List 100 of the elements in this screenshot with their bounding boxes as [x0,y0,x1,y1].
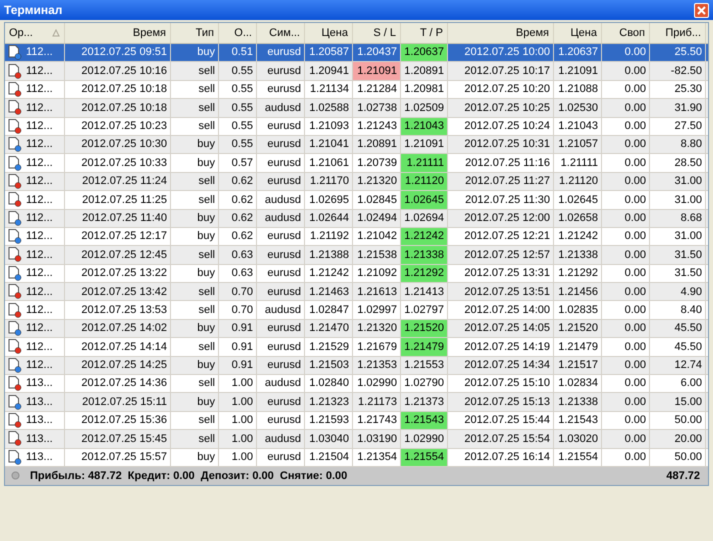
table-row[interactable]: 112... 2012.07.25 10:18 sell 0.55 audusd 1.02588 1.02738 1.02509 2012.07.25 10:25 1.02530 0.00 31.90 [5,99,708,118]
close-button[interactable] [694,2,709,18]
table-cell: 0.00 [602,44,650,62]
table-cell: 1.21120 [401,172,448,190]
table-cell: audusd [257,191,305,209]
order-icon [8,339,22,354]
table-cell: 0.00 [602,118,650,135]
total-profit: 487.72 [666,468,700,484]
table-row[interactable]: 112... 2012.07.25 10:30 buy 0.55 eurusd 1.21041 1.20891 1.21091 2012.07.25 10:31 1.21057 0.00 8.80 [5,136,708,154]
table-row[interactable]: 112... 2012.07.25 10:16 sell 0.55 eurusd 1.20941 1.21091 1.20891 2012.07.25 10:17 1.21091 0.00 -82.50 [5,62,708,81]
table-cell: 2012.07.25 10:16 [65,62,171,80]
table-cell: 1.02509 [401,99,448,117]
table-row[interactable]: 112... 2012.07.25 13:42 sell 0.70 eurusd 1.21463 1.21613 1.21413 2012.07.25 13:51 1.21456 0.00 4.90 [5,283,708,302]
table-cell: 0.00 [602,154,650,172]
table-cell: 1.21613 [353,283,401,300]
table-cell: 0.00 [602,375,650,392]
window-title: Терминал [4,2,62,19]
table-cell: 1.21553 [401,356,448,374]
table-cell: 2012.07.25 09:51 [65,44,171,62]
table-cell: 112... [5,320,65,338]
table-cell: 1.21292 [554,264,602,282]
table-cell: 2012.07.25 15:36 [65,412,171,430]
table-cell: 1.20637 [401,44,448,62]
table-cell: 31.50 [650,246,706,264]
table-cell: 0.00 [602,210,650,227]
table-cell: 31.00 [650,228,706,246]
table-cell: 1.21043 [554,118,602,135]
table-cell: 0.51 [219,44,257,62]
table-row[interactable]: 112... 2012.07.25 12:45 sell 0.63 eurusd 1.21388 1.21538 1.21338 2012.07.25 12:57 1.21338 0.00 31.50 [5,246,708,265]
table-cell: 1.00 [219,448,257,466]
table-cell: sell [171,375,219,392]
table-row[interactable]: 112... 2012.07.25 14:25 buy 0.91 eurusd 1.21503 1.21353 1.21553 2012.07.25 14:34 1.21517 0.00 12.74 [5,356,708,376]
table-cell: 112... [5,246,65,264]
table-cell: eurusd [257,118,305,135]
column-header[interactable]: Время [448,23,554,43]
table-row[interactable]: 112... 2012.07.25 11:40 buy 0.62 audusd 1.02644 1.02494 1.02694 2012.07.25 12:00 1.02658 0.00 8.68 [5,210,708,228]
table-cell: 2012.07.25 10:33 [65,154,171,172]
table-cell: 0.70 [219,283,257,300]
table-cell: 1.02840 [305,375,353,392]
table-cell: 1.21353 [353,356,401,374]
table-cell: 0.00 [602,448,650,466]
table-cell: 112... [5,283,65,300]
table-cell: 112... [5,80,65,98]
table-cell: sell [171,338,219,356]
table-row[interactable]: 113... 2012.07.25 15:11 buy 1.00 eurusd 1.21323 1.21173 1.21373 2012.07.25 15:13 1.21338 0.00 15.00 [5,393,708,412]
table-cell: buy [171,264,219,282]
table-cell: buy [171,320,219,338]
table-cell: 0.00 [602,283,650,300]
table-cell: 1.20637 [554,44,602,62]
order-icon [8,210,22,226]
table-cell: 2012.07.25 11:27 [448,172,554,190]
table-cell: 0.63 [219,246,257,264]
column-header[interactable]: Время [65,23,171,43]
table-cell: 0.62 [219,191,257,209]
table-cell: 1.21041 [305,136,353,154]
close-icon [697,6,706,14]
table-cell: 1.21554 [401,448,448,466]
table-cell: 1.21292 [401,264,448,282]
column-header[interactable]: Цена [305,23,353,43]
table-cell: 112... [5,356,65,374]
table-cell: 1.21520 [554,320,602,338]
table-cell: eurusd [257,136,305,154]
table-cell: 1.21543 [401,412,448,430]
table-row[interactable]: 113... 2012.07.25 15:45 sell 1.00 audusd 1.03040 1.03190 1.02990 2012.07.25 15:54 1.03020 0.00 20.00 [5,430,708,449]
table-cell: 1.21120 [554,172,602,190]
table-cell: 1.00 [219,393,257,411]
column-header[interactable]: Тип [171,23,219,43]
table-row[interactable]: 112... 2012.07.25 14:02 buy 0.91 eurusd 1.21470 1.21320 1.21520 2012.07.25 14:05 1.21520 0.00 45.50 [5,320,708,338]
table-cell: 112... [5,44,65,62]
table-cell: 2012.07.25 12:45 [65,246,171,264]
order-icon [8,45,22,60]
table-cell: eurusd [257,246,305,264]
column-header[interactable]: T / P [401,23,448,43]
column-header[interactable]: Приб... [650,23,706,43]
table-cell: 1.02797 [401,301,448,319]
table-cell: 1.02494 [353,210,401,227]
table-cell: buy [171,154,219,172]
column-header[interactable]: Ор... [5,23,65,43]
table-row[interactable]: 112... 2012.07.25 11:24 sell 0.62 eurusd 1.21170 1.21320 1.21120 2012.07.25 11:27 1.21120 0.00 31.00 [5,172,708,192]
table-cell: 2012.07.25 13:42 [65,283,171,300]
table-cell: 2012.07.25 11:24 [65,172,171,190]
table-cell: 1.20587 [305,44,353,62]
table-cell: 1.21134 [305,80,353,98]
column-header[interactable]: Сим... [257,23,305,43]
column-header[interactable]: Своп [602,23,650,43]
table-cell: 12.74 [650,356,706,374]
table-cell: 0.00 [602,191,650,209]
table-cell: 112... [5,172,65,190]
table-cell: 1.21043 [401,118,448,135]
table-cell: 1.21093 [305,118,353,135]
column-header[interactable]: Цена [554,23,602,43]
column-header[interactable]: О... [219,23,257,43]
table-cell: 1.21242 [401,228,448,246]
table-cell: 2012.07.25 10:18 [65,80,171,98]
table-row[interactable]: 113... 2012.07.25 15:57 buy 1.00 eurusd 1.21504 1.21354 1.21554 2012.07.25 16:14 1.21554 0.00 50.00 [5,448,708,467]
table-cell: eurusd [257,228,305,246]
table-row[interactable]: 112... 2012.07.25 09:51 buy 0.51 eurusd 1.20587 1.20437 1.20637 2012.07.25 10:00 1.20637 0.00 25.50 [5,44,708,62]
table-cell: 8.68 [650,210,706,227]
table-cell: 1.02695 [305,191,353,209]
column-header[interactable]: S / L [353,23,401,43]
